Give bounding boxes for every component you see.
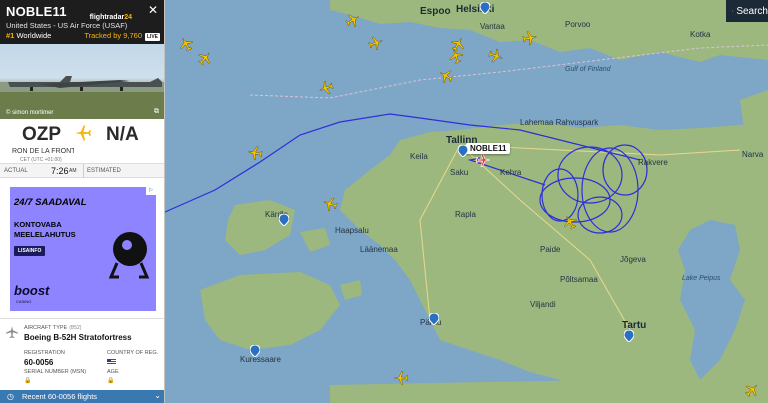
route-plane-icon <box>71 121 95 145</box>
age-label: AGE <box>107 369 119 375</box>
origin-timezone: CET (UTC +01:00) <box>20 157 62 163</box>
chevron-down-icon: ⌄ <box>154 391 161 400</box>
map-label-peipus: Lake Peipus <box>682 275 721 282</box>
map-label-rapla: Rapla <box>455 210 476 219</box>
map-label-rakvere: Rakvere <box>638 158 668 167</box>
times-row: ACTUAL 7:26 AM ESTIMATED <box>0 164 164 178</box>
aircraft-info-section: AIRCRAFT TYPE (B52) Boeing B-52H Stratofo… <box>0 318 164 390</box>
advertisement-banner[interactable]: 24/7 SAADAVAL KONTOVABA MEELELAHUTUS LISA… <box>10 187 156 311</box>
rank-label: Worldwide <box>16 31 52 40</box>
ad-mascot-icon <box>108 232 150 279</box>
ad-line3: MEELELAHUTUS <box>14 230 76 239</box>
flightradar24-logo: flightradar24 <box>90 14 132 22</box>
ad-line2: KONTOVABA <box>14 220 62 229</box>
ad-brand: boost <box>14 283 50 298</box>
serial-label: SERIAL NUMBER (MSN) <box>24 369 87 375</box>
map-label-kuressaare: Kuressaare <box>240 355 281 364</box>
aircraft-marker[interactable] <box>393 370 409 386</box>
registration-label: REGISTRATION <box>24 350 65 356</box>
aircraft-photo-image <box>0 76 164 119</box>
photo-credit[interactable]: © simon mortimer <box>6 110 53 116</box>
ad-line1: 24/7 SAADAVAL <box>14 197 87 208</box>
registration-value[interactable]: 60-0056 <box>24 358 53 367</box>
lock-icon[interactable]: 🔒 <box>107 377 114 384</box>
map-label-narva: Narva <box>742 150 764 159</box>
flight-info-panel: NOBLE11 United States - US Air Force (US… <box>0 0 165 403</box>
external-link-icon[interactable]: ⧉ <box>154 108 159 116</box>
map-pin-icon[interactable] <box>480 2 490 14</box>
map-label-espoo: Espoo <box>420 6 451 17</box>
flight-operator[interactable]: United States - US Air Force (USAF) <box>6 21 158 30</box>
recent-flights-label: Recent 60-0056 flights <box>22 392 98 401</box>
ad-subtext: KONTOVABA MEELELAHUTUS <box>14 220 76 240</box>
route-section: OZP N/A RON DE LA FRONT CET (UTC +01:00) <box>0 119 164 164</box>
aircraft-type-value[interactable]: Boeing B-52H Stratofortress <box>24 333 132 342</box>
panel-header: NOBLE11 United States - US Air Force (US… <box>0 0 164 44</box>
ad-brand-sub: CASINO <box>16 299 32 304</box>
search-icon <box>732 10 734 12</box>
map-label-keila: Keila <box>410 152 428 161</box>
map-label-porvoo: Porvoo <box>565 20 591 29</box>
lock-icon[interactable]: 🔒 <box>24 377 31 384</box>
aircraft-marker[interactable] <box>246 144 265 163</box>
divider <box>83 164 84 178</box>
actual-ampm: AM <box>69 168 77 174</box>
map-label-lahemaa: Lahemaa Rahvuspark <box>520 118 599 127</box>
close-icon[interactable]: ✕ <box>148 3 158 17</box>
aircraft-type-label-text: AIRCRAFT TYPE <box>24 325 68 331</box>
destination-iata: N/A <box>106 124 139 145</box>
logo-text: flightradar <box>89 14 125 21</box>
estimated-label: ESTIMATED <box>87 168 121 174</box>
aircraft-icon <box>6 326 18 339</box>
origin-iata[interactable]: OZP <box>22 124 61 146</box>
map-pin-icon[interactable] <box>250 345 260 357</box>
map-label-laanemaa: Läänemaa <box>360 245 398 254</box>
origin-airport-name[interactable]: RON DE LA FRONT <box>12 148 74 155</box>
aircraft-photo[interactable]: © simon mortimer ⧉ <box>0 44 164 119</box>
actual-time: 7:26 <box>51 166 69 176</box>
map-label-paide: Paide <box>540 245 561 254</box>
map-label-poltsamaa: Põltsamaa <box>560 275 598 284</box>
tracked-count: Tracked by 9,760 <box>84 31 142 40</box>
aircraft-marker[interactable] <box>521 29 540 48</box>
map-label-haapsalu: Haapsalu <box>335 226 369 235</box>
clock-icon: ◷ <box>7 392 14 401</box>
rank-prefix: #1 <box>6 31 15 40</box>
country-label: COUNTRY OF REG. <box>107 350 159 356</box>
map-label-kotka: Kotka <box>690 30 711 39</box>
ad-choices-icon[interactable]: ▷ <box>146 187 156 195</box>
recent-flights-bar[interactable]: ◷ Recent 60-0056 flights ⌄ <box>0 390 164 403</box>
map-label-gulf: Gulf of Finland <box>565 66 611 73</box>
map-pin-icon[interactable] <box>624 330 634 342</box>
map-label-saku: Saku <box>450 168 469 177</box>
map-label-kehra: Kehra <box>500 168 522 177</box>
aircraft-type-label: AIRCRAFT TYPE (B52) <box>24 325 81 331</box>
ad-info-button[interactable]: LISAINFO <box>14 246 46 256</box>
flight-callsign: NOBLE11 <box>6 4 67 19</box>
rank-row: #1 Worldwide <box>6 31 51 40</box>
aircraft-type-code: (B52) <box>69 325 82 331</box>
map-label-vantaa: Vantaa <box>480 22 505 31</box>
map-pin-icon[interactable] <box>458 145 468 157</box>
logo-number: 24 <box>124 14 132 21</box>
us-flag-icon <box>107 359 116 365</box>
search-button[interactable]: Search <box>726 0 768 22</box>
map-pin-icon[interactable] <box>429 313 439 325</box>
map-label-viljandi: Viljandi <box>530 300 556 309</box>
selected-flight-tag[interactable]: NOBLE11 <box>466 143 511 154</box>
selected-aircraft-marker[interactable] <box>475 152 491 168</box>
actual-label: ACTUAL <box>4 168 28 174</box>
live-badge: LIVE <box>144 33 160 41</box>
ad-headline: 24/7 SAADAVAL <box>14 197 87 208</box>
map-pin-icon[interactable] <box>279 214 289 226</box>
map-label-jogeva: Jõgeva <box>620 255 646 264</box>
search-label: Search <box>736 5 768 17</box>
